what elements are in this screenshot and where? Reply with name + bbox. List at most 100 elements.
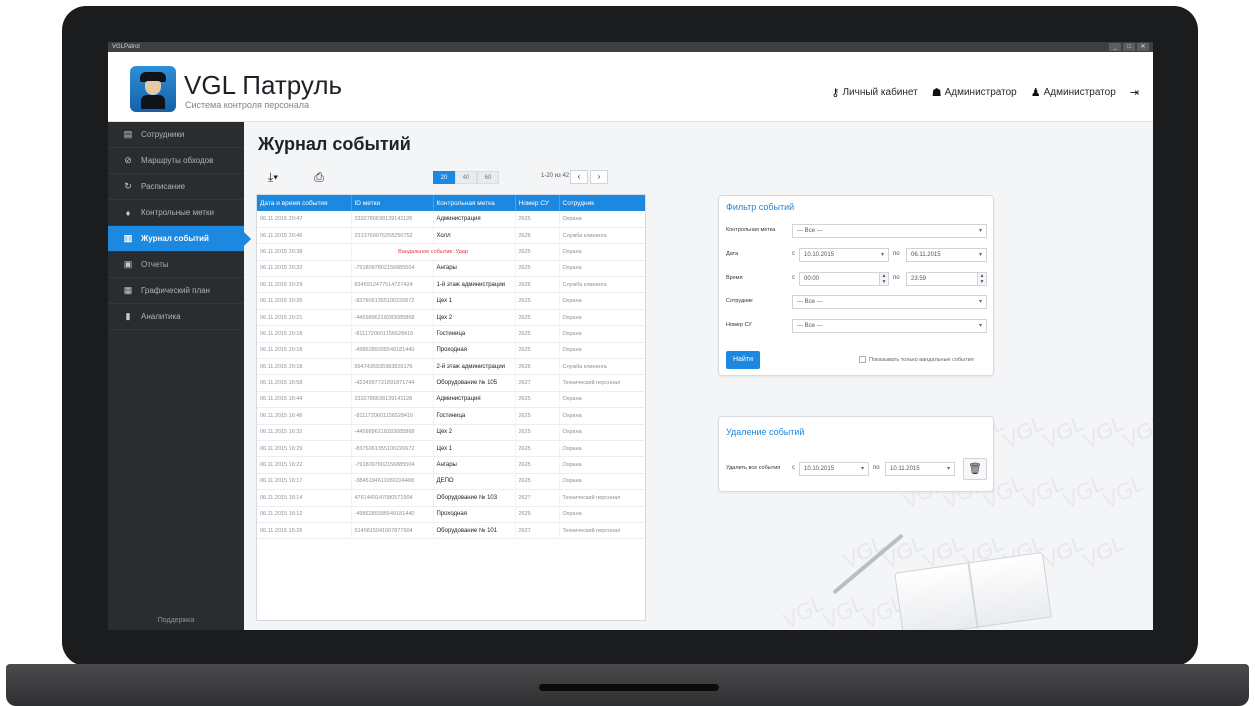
delete-from-picker[interactable]: 10.10.2015 ▾ [799, 462, 869, 476]
table-cell: Цех 2 [433, 309, 516, 327]
nav-personal-cabinet[interactable]: ⚷ Личный кабинет [831, 86, 917, 99]
spinner-icon[interactable]: ▲ ▼ [977, 272, 987, 286]
time-to-stepper[interactable]: 23:59 ▲ ▼ [906, 272, 987, 286]
table-cell: 06.11.2015 20:21 [257, 309, 352, 327]
table-cell: 2625 [515, 309, 560, 327]
column-header[interactable]: Дата и время события [257, 195, 352, 211]
time-from-stepper[interactable]: 00:00 ▲ ▼ [799, 272, 889, 286]
table-row[interactable]: 06.11.2015 15:26 5140815041067877604 Обору… [257, 522, 645, 540]
table-cell: Проходная [433, 342, 516, 360]
table-row[interactable]: 06.11.2015 20:47 2332786638139141128 Админ… [257, 211, 645, 228]
prev-page-button[interactable]: ‹ [570, 170, 588, 184]
table-cell: -3845194611060224408 [351, 473, 434, 491]
delete-to-picker[interactable]: 10.11.2015 ▾ [885, 462, 955, 476]
sidebar-item-graphic-plan[interactable]: ▦ Графический план [108, 278, 244, 304]
table-cell: -8111720601156528416 [351, 407, 434, 425]
sidebar-item-reports[interactable]: ▣ Отчеты [108, 252, 244, 278]
table-row[interactable]: 06.11.2015 20:18 -4986289396549181440 Прох… [257, 342, 645, 360]
table-cell: -8376061355100220672 [351, 292, 434, 310]
table-row[interactable]: 06.11.2015 16:17 -3845194611060224408 ДЕПО… [257, 473, 645, 491]
table-cell: 2625 [515, 211, 560, 228]
table-cell: 06.11.2015 15:26 [257, 522, 352, 540]
page-size-20[interactable]: 20 [433, 171, 455, 184]
table-row[interactable]: 06.11.2015 20:18 5947435935983826176 2-й э… [257, 358, 645, 376]
table-row[interactable]: 06.11.2015 16:29 -8376061355100220672 Цех … [257, 440, 645, 458]
table-cell: 2625 [515, 456, 560, 474]
table-cell: 06.11.2015 16:58 [257, 374, 352, 392]
nav-label: Администратор [944, 87, 1017, 98]
table-cell: 06.11.2015 16:29 [257, 440, 352, 458]
column-header[interactable]: Контрольная метка [433, 195, 516, 211]
sidebar-item-routes[interactable]: ⊘ Маршруты обходов [108, 148, 244, 174]
table-row[interactable]: 06.11.2015 20:21 -4459896218283085868 Цех … [257, 309, 645, 327]
table-cell: 2625 [515, 391, 560, 409]
su-number-select[interactable]: --- Все --- ▾ [792, 319, 987, 333]
table-cell: 06.11.2015 16:12 [257, 506, 352, 523]
date-label: Дата [726, 251, 739, 257]
table-cell: 2626 [515, 227, 560, 245]
minimize-button[interactable]: _ [1109, 43, 1121, 51]
window-titlebar: VGLPatrol _ □ ✕ [108, 42, 1153, 52]
logout-icon[interactable]: ⇥ [1130, 86, 1139, 99]
table-row[interactable]: 06.11.2015 20:32 -7918097802156885504 Анга… [257, 260, 645, 278]
nav-administrators[interactable]: ☗ Администратор [932, 86, 1017, 99]
checkpoint-label: Контрольная метка [726, 227, 776, 233]
spinner-icon[interactable]: ▲ ▼ [879, 272, 889, 286]
table-row[interactable]: 06.11.2015 20:46 2313769076258250752 Холл 2… [257, 227, 645, 245]
table-row[interactable]: 06.11.2015 16:14 4761449147080571904 Обору… [257, 489, 645, 507]
column-header[interactable]: ID метки [351, 195, 434, 211]
table-cell: 5947435935983826176 [351, 358, 434, 376]
table-cell: -8376061355100220672 [351, 440, 434, 458]
table-row[interactable]: 06.11.2015 16:44 2332786638139141128 Админ… [257, 391, 645, 409]
close-button[interactable]: ✕ [1137, 43, 1149, 51]
maximize-button[interactable]: □ [1123, 43, 1135, 51]
next-page-button[interactable]: › [590, 170, 608, 184]
sidebar-item-event-log[interactable]: ▥ Журнал событий [108, 226, 251, 252]
table-row[interactable]: 06.11.2015 20:29 8345912477514727424 1-й э… [257, 276, 645, 294]
column-header[interactable]: Номер СУ [515, 195, 560, 211]
table-cell: 2625 [515, 407, 560, 425]
trash-icon[interactable]: 🗑 [963, 458, 987, 480]
nav-label: Администратор [1043, 87, 1116, 98]
table-cell: Оборудование № 105 [433, 374, 516, 392]
page-size-60[interactable]: 60 [477, 171, 499, 184]
table-cell: 2332786638139141128 [351, 211, 434, 228]
table-row[interactable]: 06.11.2015 16:46 -8111720601156528416 Гост… [257, 407, 645, 425]
sidebar-item-schedule[interactable]: ↻ Расписание [108, 174, 244, 200]
sidebar-item-employees[interactable]: ▤ Сотрудники [108, 122, 244, 148]
vandal-only-checkbox[interactable]: Показывать только вандальные события [859, 356, 974, 363]
download-icon[interactable]: ⤓▾ [260, 168, 286, 186]
table-row[interactable]: 06.11.2015 16:32 -4459896218283085868 Цех … [257, 424, 645, 441]
checkpoint-select[interactable]: --- Все --- ▾ [792, 224, 987, 238]
column-header[interactable]: Сотрудник [559, 195, 645, 211]
page-size-40[interactable]: 40 [455, 171, 477, 184]
table-cell: Администрация [433, 211, 516, 228]
sidebar-item-label: Расписание [141, 182, 186, 191]
table-cell: 2626 [515, 358, 560, 376]
employee-select[interactable]: --- Все --- ▾ [792, 295, 987, 309]
table-cell: 06.11.2015 20:26 [257, 292, 352, 310]
table-row[interactable]: 06.11.2015 16:58 -4234997731891871744 Обор… [257, 374, 645, 392]
find-button[interactable]: Найти [726, 351, 760, 369]
sidebar-item-checkpoints[interactable]: ♦ Контрольные метки [108, 200, 244, 226]
table-row[interactable]: 06.11.2015 20:18 -8111720601156528416 Гост… [257, 325, 645, 343]
table-cell: Оборудование № 103 [433, 489, 516, 507]
date-from-picker[interactable]: 10.10.2015 ▾ [799, 248, 889, 262]
table-cell: 06.11.2015 16:22 [257, 456, 352, 474]
date-to-picker[interactable]: 06.11.2015 ▾ [906, 248, 987, 262]
table-cell: 06.11.2015 20:38 [257, 243, 352, 261]
table-row[interactable]: 06.11.2015 20:38 Вандальное событие: Удар… [257, 243, 645, 261]
table-row[interactable]: 06.11.2015 16:22 -7918097802156885504 Анга… [257, 456, 645, 474]
date-to-prefix: по [893, 251, 900, 257]
table-row[interactable]: 06.11.2015 16:12 -4986289396549181440 Прох… [257, 506, 645, 523]
app-name: VGL Патруль [184, 70, 343, 100]
print-icon[interactable]: ⎙ [306, 168, 332, 186]
sidebar-item-analytics[interactable]: ▮ Аналитика [108, 304, 244, 330]
app-header: VGL Патруль Система контроля персонала ⚷… [108, 52, 1153, 122]
sidebar-item-label: Журнал событий [141, 234, 209, 243]
table-cell: -4234997731891871744 [351, 374, 434, 392]
table-cell: Технический персонал [559, 522, 645, 540]
support-link[interactable]: Поддержка [108, 617, 244, 624]
table-row[interactable]: 06.11.2015 20:26 -8376061355100220672 Цех … [257, 292, 645, 310]
nav-current-user[interactable]: ♟ Администратор [1031, 86, 1116, 99]
